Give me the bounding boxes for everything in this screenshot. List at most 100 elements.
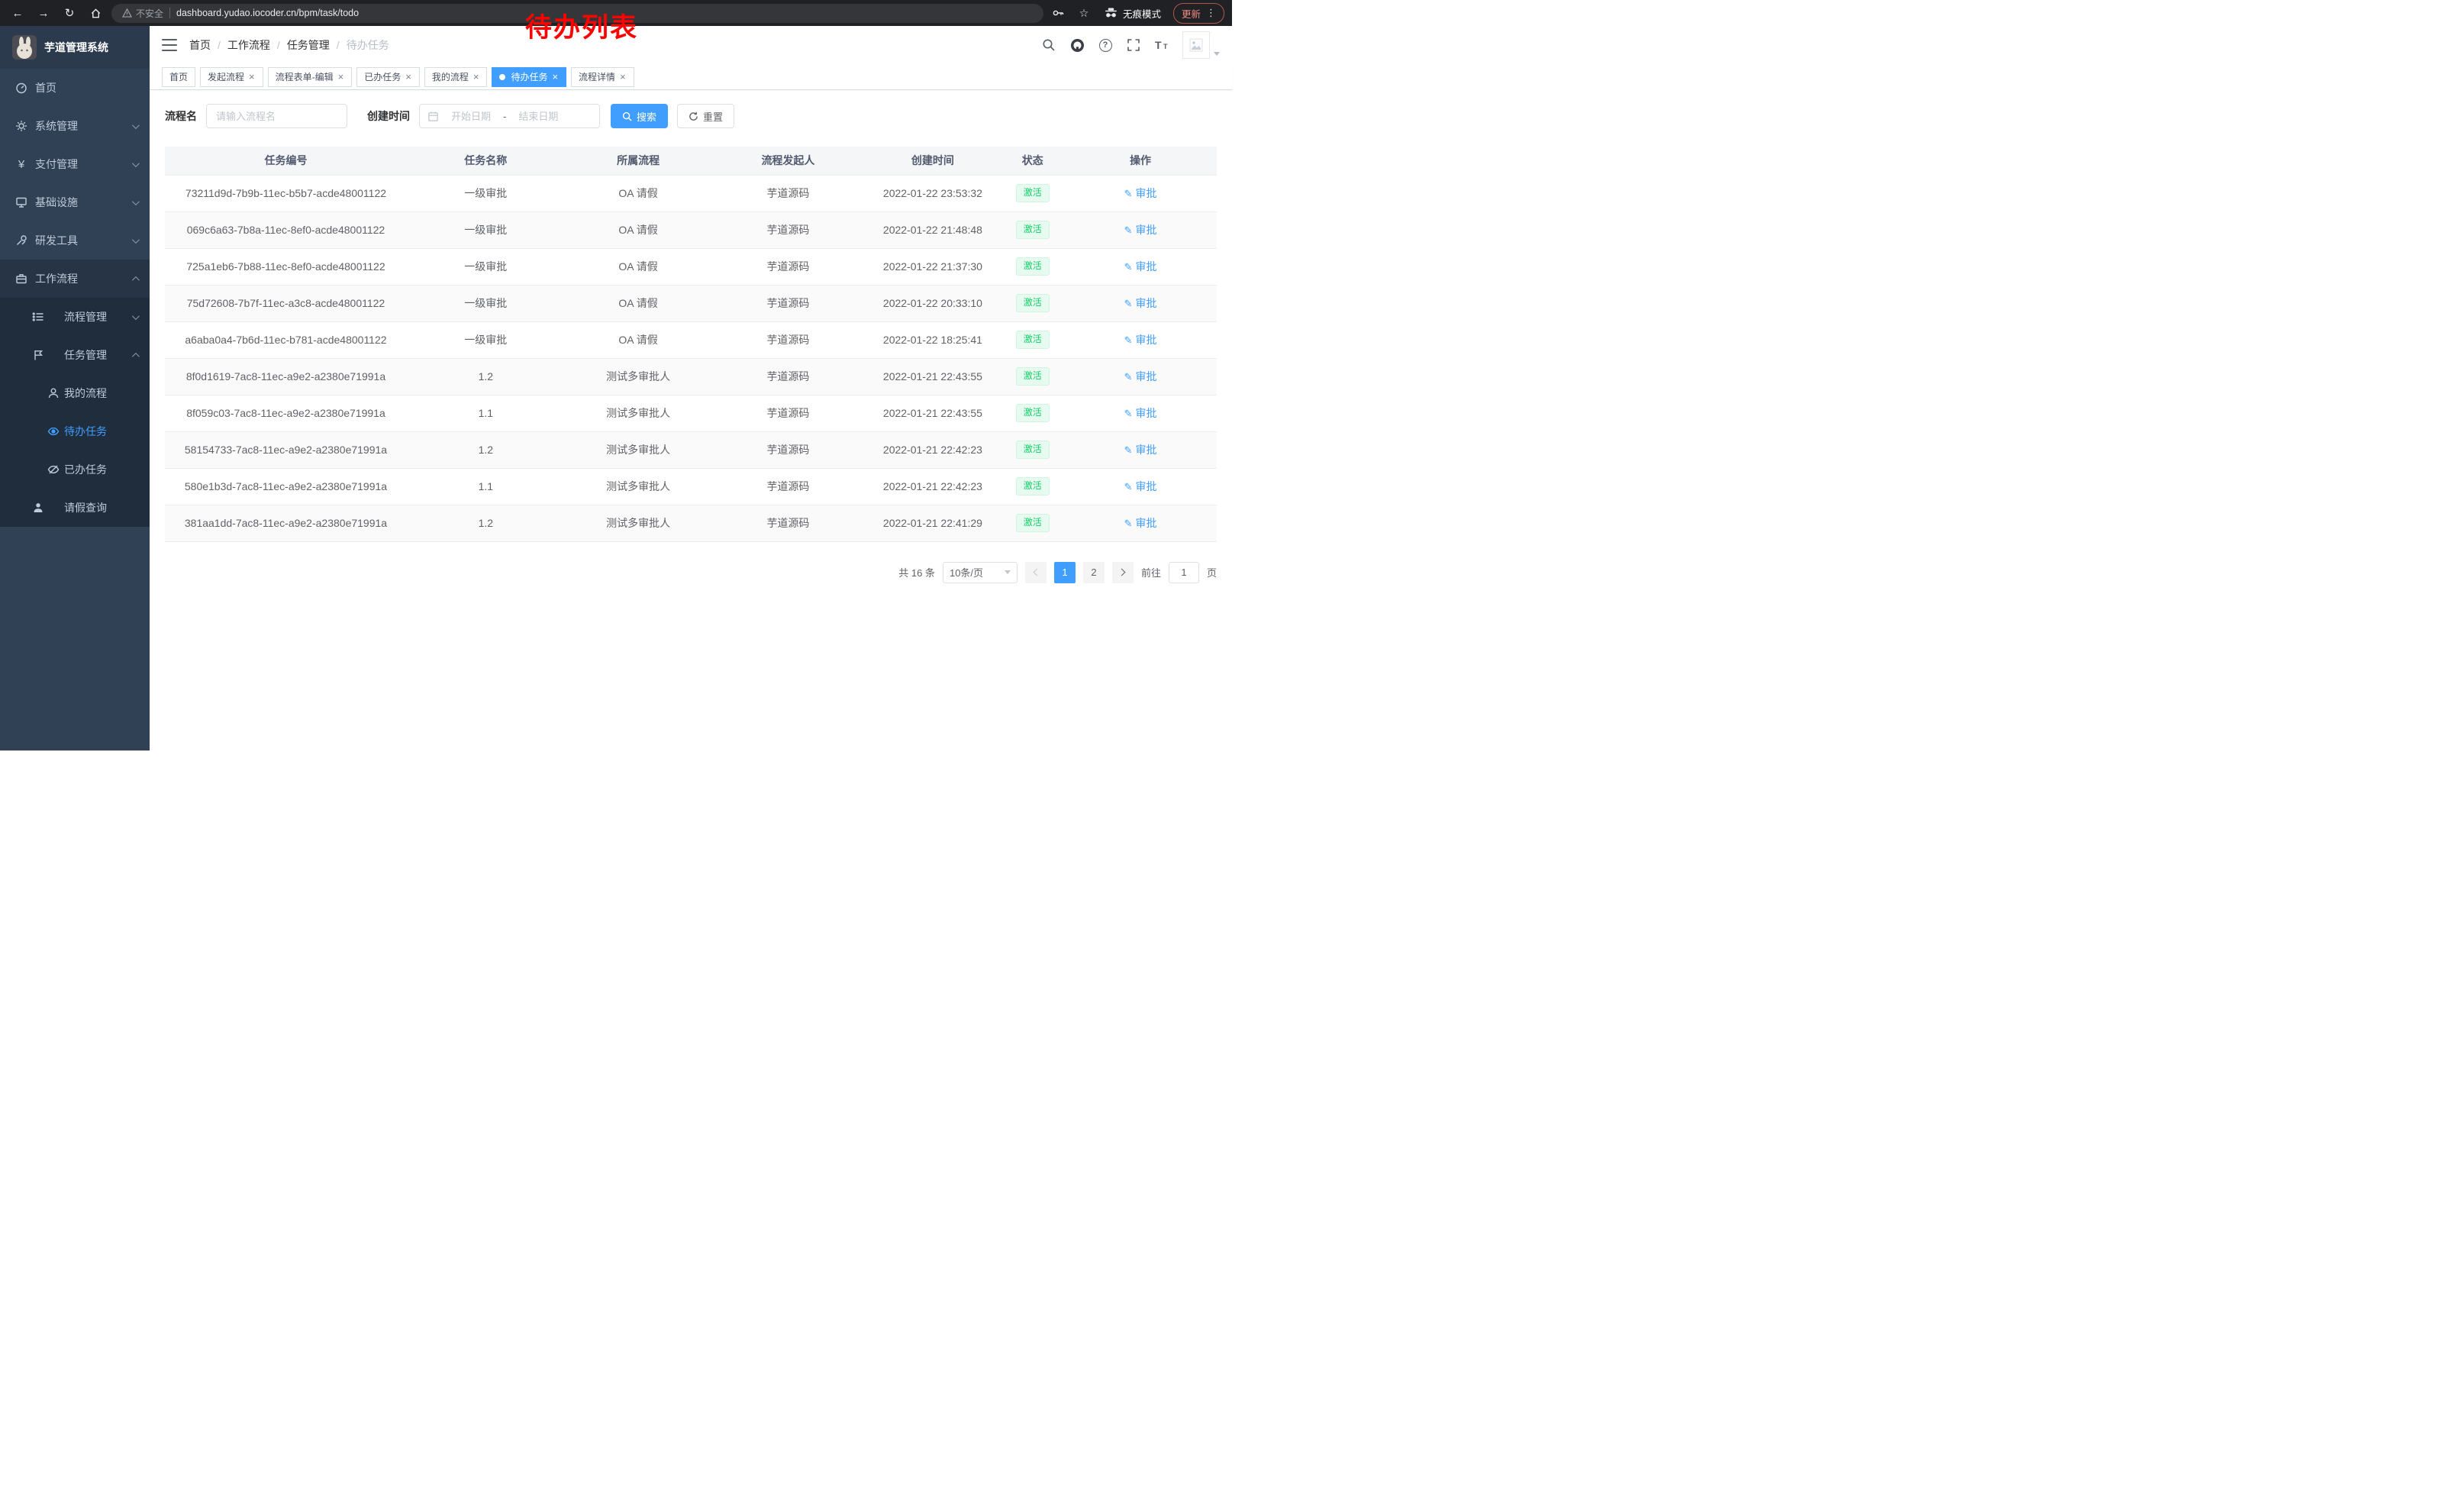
password-key-icon[interactable] xyxy=(1050,5,1066,21)
sidebar-item-my-process[interactable]: 我的流程 xyxy=(0,374,150,412)
next-page-button[interactable] xyxy=(1112,562,1134,583)
tab-start-process[interactable]: 发起流程 × xyxy=(200,67,263,87)
close-icon[interactable]: × xyxy=(405,72,412,82)
close-icon[interactable]: × xyxy=(248,72,256,82)
table-row: 580e1b3d-7ac8-11ec-a9e2-a2380e71991a 1.1… xyxy=(165,468,1217,505)
tab-process-detail[interactable]: 流程详情 × xyxy=(571,67,634,87)
cell-task-name: 1.1 xyxy=(407,468,565,505)
fullscreen-icon[interactable] xyxy=(1126,37,1141,53)
close-icon[interactable]: × xyxy=(472,72,480,82)
close-icon[interactable]: × xyxy=(551,72,559,82)
approve-button[interactable]: 审批 xyxy=(1124,295,1157,311)
sidebar-item-done-task[interactable]: 已办任务 xyxy=(0,450,150,489)
sidebar-item-home[interactable]: 首页 xyxy=(0,69,150,107)
close-icon[interactable]: × xyxy=(337,72,345,82)
cell-created: 2022-01-22 23:53:32 xyxy=(864,175,1001,211)
cell-task-id: a6aba0a4-7b6d-11ec-b781-acde48001122 xyxy=(165,321,407,358)
search-button[interactable]: 搜索 xyxy=(611,104,668,128)
font-size-icon[interactable]: TT xyxy=(1154,37,1169,53)
cell-task-id: 381aa1dd-7ac8-11ec-a9e2-a2380e71991a xyxy=(165,505,407,541)
chrome-update-button[interactable]: 更新 ⋮ xyxy=(1173,3,1224,24)
breadcrumb-workflow[interactable]: 工作流程 xyxy=(227,37,270,53)
sidebar-item-todo-task[interactable]: 待办任务 xyxy=(0,412,150,450)
close-icon[interactable]: × xyxy=(619,72,627,82)
cell-process: 测试多审批人 xyxy=(565,395,712,431)
col-action: 操作 xyxy=(1064,147,1217,175)
back-icon[interactable]: ← xyxy=(8,3,27,23)
sidebar-item-devtools[interactable]: 研发工具 xyxy=(0,221,150,260)
cell-created: 2022-01-21 22:43:55 xyxy=(864,395,1001,431)
approve-button[interactable]: 审批 xyxy=(1124,332,1157,347)
home-icon[interactable] xyxy=(85,3,105,23)
task-management-icon xyxy=(32,349,44,361)
page-button-2[interactable]: 2 xyxy=(1083,562,1105,583)
breadcrumb-home[interactable]: 首页 xyxy=(189,37,211,53)
address-bar[interactable]: 不安全 dashboard.yudao.iocoder.cn/bpm/task/… xyxy=(111,4,1043,23)
menu-dots-icon[interactable]: ⋮ xyxy=(1206,7,1216,19)
sidebar-item-process-management[interactable]: 流程管理 xyxy=(0,298,150,336)
user-avatar[interactable] xyxy=(1182,31,1220,59)
chevron-up-icon xyxy=(132,276,140,283)
sidebar-item-system[interactable]: 系统管理 xyxy=(0,107,150,145)
approve-button[interactable]: 审批 xyxy=(1124,259,1157,274)
github-icon[interactable] xyxy=(1069,37,1085,53)
approve-button[interactable]: 审批 xyxy=(1124,479,1157,494)
cell-process: 测试多审批人 xyxy=(565,358,712,395)
breadcrumb-todo-task: 待办任务 xyxy=(347,37,389,53)
approve-button[interactable]: 审批 xyxy=(1124,369,1157,384)
process-name-input[interactable] xyxy=(206,104,347,128)
table-row: 75d72608-7b7f-11ec-a3c8-acde48001122 一级审… xyxy=(165,285,1217,321)
status-badge: 激活 xyxy=(1016,404,1050,422)
create-time-label: 创建时间 xyxy=(367,108,410,124)
chevron-down-icon xyxy=(132,160,140,167)
sidebar-item-workflow[interactable]: 工作流程 xyxy=(0,260,150,298)
prev-page-button[interactable] xyxy=(1025,562,1047,583)
bookmark-star-icon[interactable]: ☆ xyxy=(1076,5,1092,21)
approve-button[interactable]: 审批 xyxy=(1124,442,1157,457)
reset-button[interactable]: 重置 xyxy=(677,104,734,128)
search-icon[interactable] xyxy=(1041,37,1056,53)
tab-home[interactable]: 首页 xyxy=(162,67,195,87)
approve-button[interactable]: 审批 xyxy=(1124,222,1157,237)
page-button-1[interactable]: 1 xyxy=(1054,562,1076,583)
chevron-down-icon xyxy=(132,236,140,244)
chevron-down-icon xyxy=(132,198,140,205)
approve-button[interactable]: 审批 xyxy=(1124,186,1157,201)
refresh-icon xyxy=(689,111,698,121)
tab-process-form-edit[interactable]: 流程表单-编辑 × xyxy=(268,67,353,87)
todo-task-icon xyxy=(47,425,60,437)
sidebar-item-infrastructure[interactable]: 基础设施 xyxy=(0,183,150,221)
tab-my-process[interactable]: 我的流程 × xyxy=(424,67,488,87)
cell-starter: 芋道源码 xyxy=(712,211,865,248)
start-date-input[interactable] xyxy=(442,111,500,122)
tab-done-task[interactable]: 已办任务 × xyxy=(356,67,420,87)
cell-created: 2022-01-22 21:37:30 xyxy=(864,248,1001,285)
app-logo-row[interactable]: 芋道管理系统 xyxy=(0,26,150,69)
approve-button[interactable]: 审批 xyxy=(1124,405,1157,421)
refresh-icon[interactable]: ↻ xyxy=(60,3,79,23)
app-title: 芋道管理系统 xyxy=(44,40,108,55)
help-icon[interactable]: ? xyxy=(1098,37,1113,53)
page-size-select[interactable]: 10条/页 xyxy=(943,562,1018,583)
cell-process: OA 请假 xyxy=(565,321,712,358)
goto-page-input[interactable] xyxy=(1169,562,1199,583)
edit-icon xyxy=(1124,187,1133,200)
end-date-input[interactable] xyxy=(509,111,567,122)
sidebar-toggle-icon[interactable] xyxy=(162,39,177,51)
cell-process: 测试多审批人 xyxy=(565,431,712,468)
forward-icon[interactable]: → xyxy=(34,3,53,23)
table-header-row: 任务编号 任务名称 所属流程 流程发起人 创建时间 状态 操作 xyxy=(165,147,1217,175)
tab-todo-task[interactable]: 待办任务 × xyxy=(492,67,566,87)
cell-created: 2022-01-22 20:33:10 xyxy=(864,285,1001,321)
sidebar-item-task-management[interactable]: 任务管理 xyxy=(0,336,150,374)
cell-task-id: 75d72608-7b7f-11ec-a3c8-acde48001122 xyxy=(165,285,407,321)
edit-icon xyxy=(1124,260,1133,273)
breadcrumb-task-management[interactable]: 任务管理 xyxy=(287,37,330,53)
date-range-picker[interactable]: - xyxy=(419,104,600,128)
status-badge: 激活 xyxy=(1016,221,1050,239)
cell-status: 激活 xyxy=(1001,395,1064,431)
sidebar-item-payment[interactable]: ¥ 支付管理 xyxy=(0,145,150,183)
devtools-icon xyxy=(15,234,27,247)
approve-button[interactable]: 审批 xyxy=(1124,515,1157,531)
sidebar-item-leave-query[interactable]: 请假查询 xyxy=(0,489,150,527)
